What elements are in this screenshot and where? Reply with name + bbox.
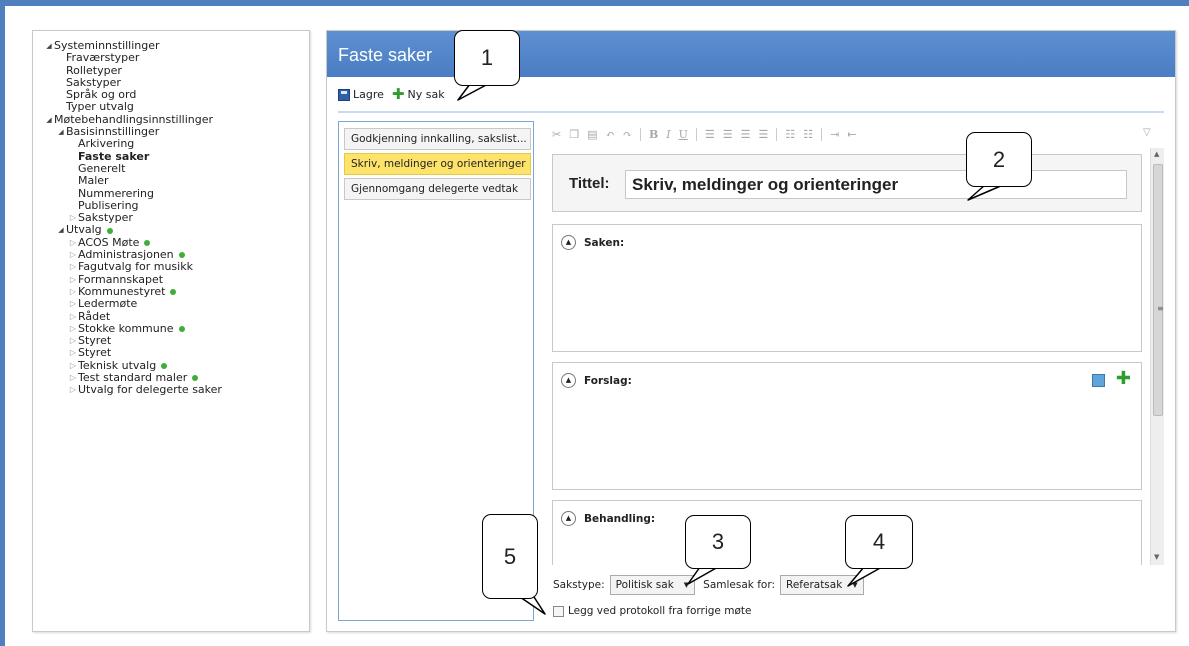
callout-pointers (457, 83, 1004, 615)
callout-5: 5 (482, 514, 538, 599)
callout-4: 4 (845, 515, 913, 569)
callout-3: 3 (685, 515, 751, 569)
callout-2: 2 (966, 132, 1032, 187)
callout-1: 1 (454, 30, 520, 86)
